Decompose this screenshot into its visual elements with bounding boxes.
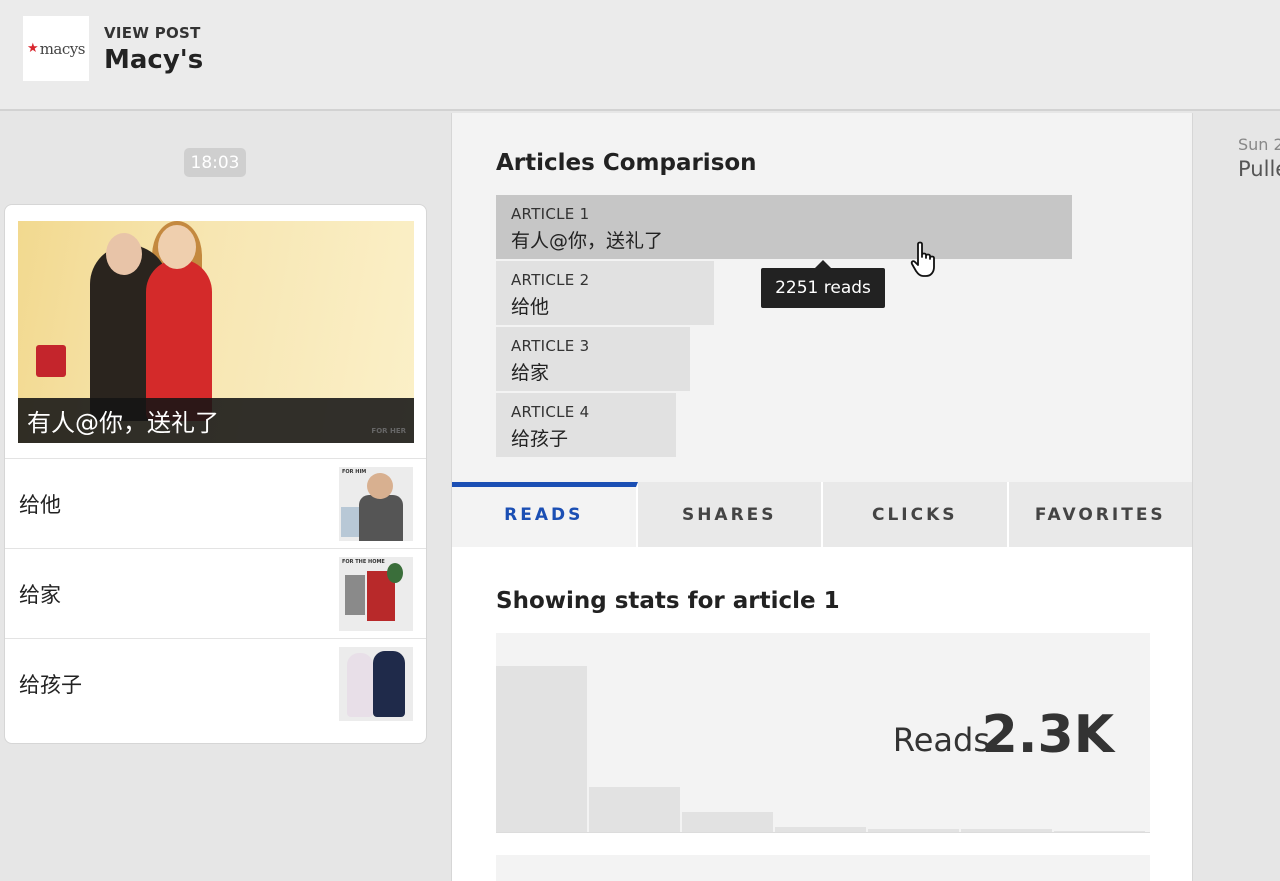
reads-histogram: Reads 2.3K xyxy=(496,633,1150,833)
post-card: 有人@你，送礼了 FOR HER 给他 FOR HIM 给家 FOR THE H… xyxy=(4,204,427,744)
hero-caption: 有人@你，送礼了 xyxy=(18,398,414,443)
comparison-title: Articles Comparison xyxy=(496,150,757,176)
stats-title: Showing stats for article 1 xyxy=(496,588,840,614)
hero-image[interactable]: 有人@你，送礼了 FOR HER xyxy=(18,221,414,443)
page-title: Macy's xyxy=(104,45,204,75)
article-name: ARTICLE 3 xyxy=(511,337,590,355)
star-icon: ★ xyxy=(27,41,39,56)
article-bar-1[interactable]: ARTICLE 1 有人@你，送礼了 xyxy=(496,195,1072,259)
article-title: 给他 xyxy=(511,296,550,318)
secondary-stats-box xyxy=(496,855,1150,881)
hand-cursor-icon xyxy=(910,241,935,277)
thumb-tag: FOR THE HOME xyxy=(342,559,385,565)
histogram-bar xyxy=(775,827,866,832)
post-preview-column: 18:03 有人@你，送礼了 FOR HER 给他 FOR HIM 给家 FOR… xyxy=(0,113,450,881)
post-author[interactable]: Pulle xyxy=(1238,157,1280,181)
article-title: 给家 xyxy=(511,362,550,384)
histogram-bar xyxy=(961,829,1052,832)
list-item-label: 给孩子 xyxy=(19,673,82,697)
article-bar-3[interactable]: ARTICLE 3 给家 xyxy=(496,327,690,391)
stats-panel: Articles Comparison ARTICLE 1 有人@你，送礼了 A… xyxy=(451,113,1193,881)
article-title: 给孩子 xyxy=(511,428,569,450)
histogram-bar xyxy=(682,812,773,832)
thumbnail-image xyxy=(339,647,413,721)
list-item[interactable]: 给他 FOR HIM xyxy=(5,458,426,548)
logo-wordmark: macys xyxy=(39,39,86,58)
post-date: Sun 2 xyxy=(1238,135,1280,154)
model-figure xyxy=(146,259,212,421)
gift-bag-icon xyxy=(36,345,66,377)
articles-comparison: Articles Comparison ARTICLE 1 有人@你，送礼了 A… xyxy=(452,113,1192,482)
article-name: ARTICLE 1 xyxy=(511,205,590,223)
article-name: ARTICLE 4 xyxy=(511,403,590,421)
header: ★ macys VIEW POST Macy's xyxy=(0,0,1280,111)
hero-caption-text: 有人@你，送礼了 xyxy=(27,409,219,437)
view-post-label: VIEW POST xyxy=(104,24,201,42)
hero-tag: FOR HER xyxy=(371,427,406,435)
thumb-tag: FOR HIM xyxy=(342,469,367,475)
article-bar-4[interactable]: ARTICLE 4 给孩子 xyxy=(496,393,676,457)
article-name: ARTICLE 2 xyxy=(511,271,590,289)
histogram-bar xyxy=(496,666,587,832)
histogram-bar xyxy=(868,829,959,832)
list-item-label: 给家 xyxy=(19,583,61,607)
thumbnail-image: FOR THE HOME xyxy=(339,557,413,631)
tab-favorites[interactable]: FAVORITES xyxy=(1008,482,1192,547)
article-title: 有人@你，送礼了 xyxy=(511,230,664,252)
time-badge: 18:03 xyxy=(184,148,246,177)
list-item-label: 给他 xyxy=(19,493,61,517)
article-bar-2[interactable]: ARTICLE 2 给他 xyxy=(496,261,714,325)
histogram-bar xyxy=(589,787,680,832)
tab-clicks[interactable]: CLICKS xyxy=(823,482,1009,547)
histogram-bar xyxy=(1054,831,1145,832)
thumbnail-image: FOR HIM xyxy=(339,467,413,541)
tab-shares[interactable]: SHARES xyxy=(637,482,823,547)
metric-value: 2.3K xyxy=(981,705,1114,765)
stats-tabs: READS SHARES CLICKS FAVORITES xyxy=(452,482,1192,547)
metric-label: Reads xyxy=(892,721,990,759)
tab-reads[interactable]: READS xyxy=(452,482,638,547)
macys-logo: ★ macys xyxy=(23,16,89,81)
list-item[interactable]: 给孩子 xyxy=(5,638,426,728)
list-item[interactable]: 给家 FOR THE HOME xyxy=(5,548,426,638)
next-post-column: Sun 2 Pulle xyxy=(1194,113,1280,881)
reads-tooltip: 2251 reads xyxy=(761,260,885,308)
